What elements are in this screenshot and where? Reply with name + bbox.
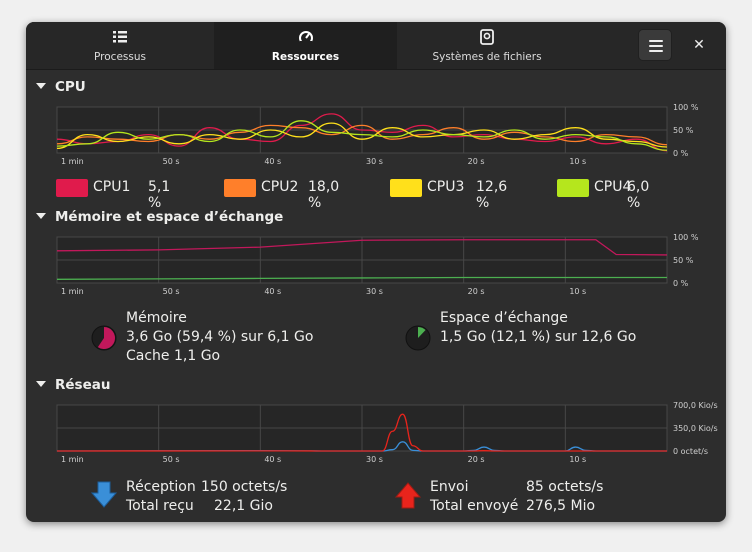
expander-triangle-icon — [36, 213, 46, 219]
y-tick-label: 50 % — [673, 126, 694, 135]
send-info: Envoi 85 octets/s Total envoyé 276,5 Mio — [430, 478, 650, 516]
x-tick-label: 20 s — [468, 455, 485, 464]
close-button[interactable]: ✕ — [688, 34, 710, 56]
memory-usage: 3,6 Go (59,4 %) sur 6,1 Go — [126, 329, 314, 345]
x-tick-label: 30 s — [366, 157, 383, 166]
main-menu-button[interactable] — [638, 29, 672, 61]
y-tick-label: 700,0 Kio/s — [673, 401, 718, 410]
cpu-legend-value: 6,0 % — [627, 179, 650, 211]
color-swatch[interactable] — [224, 179, 256, 197]
cpu-legend-name: CPU1 — [93, 179, 131, 195]
x-tick-label: 30 s — [366, 455, 383, 464]
receive-label: Réception — [126, 479, 196, 495]
download-arrow-icon — [90, 481, 118, 508]
send-label: Envoi — [430, 479, 469, 495]
x-tick-label: 10 s — [569, 455, 586, 464]
tab-processus[interactable]: Processus — [26, 22, 214, 69]
disk-icon — [480, 29, 494, 45]
tab-systemes-de-fichiers[interactable]: Systèmes de fichiers — [397, 22, 577, 69]
cpu-title: CPU — [55, 79, 86, 95]
memory-section-header[interactable]: Mémoire et espace d’échange — [36, 209, 283, 225]
y-tick-label: 0 % — [673, 149, 689, 158]
receive-total: 22,1 Gio — [214, 498, 273, 514]
cpu-legend-value: 5,1 % — [148, 179, 171, 211]
x-tick-label: 10 s — [569, 287, 586, 296]
x-tick-label: 10 s — [569, 157, 586, 166]
swap-info: Espace d’échange 1,5 Go (12,1 %) sur 12,… — [440, 309, 636, 347]
y-tick-label: 100 % — [673, 233, 699, 242]
x-tick-label: 50 s — [163, 455, 180, 464]
x-tick-label: 30 s — [366, 287, 383, 296]
x-tick-label: 1 min — [61, 287, 84, 296]
upload-arrow-icon — [394, 482, 422, 509]
y-tick-label: 100 % — [673, 103, 699, 112]
expander-triangle-icon — [36, 83, 46, 89]
color-swatch[interactable] — [56, 179, 88, 197]
cpu-legend-name: CPU3 — [427, 179, 465, 195]
x-tick-label: 40 s — [264, 455, 281, 464]
memory-label: Mémoire — [126, 310, 187, 326]
tab-ressources-label: Ressources — [271, 51, 340, 63]
x-tick-label: 50 s — [163, 157, 180, 166]
x-tick-label: 40 s — [264, 157, 281, 166]
network-section-header[interactable]: Réseau — [36, 377, 110, 393]
cpu-legend-value: 12,6 % — [476, 179, 508, 211]
close-icon: ✕ — [693, 37, 705, 53]
headerbar: Processus Ressources Systèmes de fichier… — [26, 22, 726, 70]
y-tick-label: 350,0 Kio/s — [673, 424, 718, 433]
swap-pie-icon — [405, 325, 431, 351]
cpu-legend-name: CPU2 — [261, 179, 299, 195]
swap-label: Espace d’échange — [440, 310, 568, 326]
receive-total-label: Total reçu — [126, 498, 194, 514]
receive-rate: 150 octets/s — [201, 479, 288, 495]
x-tick-label: 40 s — [264, 287, 281, 296]
list-icon — [113, 31, 127, 43]
send-total-label: Total envoyé — [430, 498, 519, 514]
cpu-section-header[interactable]: CPU — [36, 79, 86, 95]
tab-processus-label: Processus — [94, 51, 146, 63]
color-swatch[interactable] — [390, 179, 422, 197]
cpu-legend-value: 18,0 % — [308, 179, 340, 211]
memory-info: Mémoire 3,6 Go (59,4 %) sur 6,1 Go Cache… — [126, 309, 313, 366]
swap-usage: 1,5 Go (12,1 %) sur 12,6 Go — [440, 329, 637, 345]
y-tick-label: 0 octet/s — [673, 447, 708, 456]
x-tick-label: 1 min — [61, 455, 84, 464]
y-tick-label: 50 % — [673, 256, 694, 265]
color-swatch[interactable] — [557, 179, 589, 197]
system-monitor-window: Processus Ressources Systèmes de fichier… — [26, 22, 726, 522]
expander-triangle-icon — [36, 381, 46, 387]
send-total: 276,5 Mio — [526, 498, 596, 514]
cpu-legend-name: CPU4 — [594, 179, 632, 195]
gauge-icon — [298, 31, 313, 45]
send-rate: 85 octets/s — [526, 479, 604, 495]
memory-pie-icon — [91, 325, 117, 351]
x-tick-label: 50 s — [163, 287, 180, 296]
x-tick-label: 20 s — [468, 157, 485, 166]
memory-cache: Cache 1,1 Go — [126, 348, 221, 364]
receive-info: Réception 150 octets/s Total reçu 22,1 Gio — [126, 478, 326, 516]
network-title: Réseau — [55, 377, 111, 393]
y-tick-label: 0 % — [673, 279, 689, 288]
tab-systemes-label: Systèmes de fichiers — [432, 51, 542, 63]
tab-ressources[interactable]: Ressources — [214, 22, 397, 69]
x-tick-label: 20 s — [468, 287, 485, 296]
memory-title: Mémoire et espace d’échange — [55, 209, 284, 225]
x-tick-label: 1 min — [61, 157, 84, 166]
